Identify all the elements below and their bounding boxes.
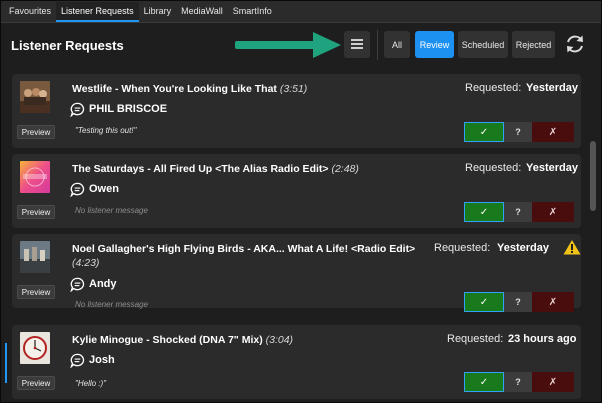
list-scrollbar[interactable]	[590, 141, 596, 211]
reject-button[interactable]: ✗	[532, 372, 574, 392]
requester-name: Josh	[89, 354, 115, 366]
preview-button[interactable]: Preview	[17, 125, 55, 139]
song-title: The Saturdays - All Fired Up <The Alias …	[72, 163, 359, 175]
requests-header: Listener Requests All Review Scheduled R…	[1, 24, 601, 66]
chat-icon	[70, 182, 85, 197]
song-duration: (3:51)	[279, 83, 308, 95]
request-card: Preview The Saturdays - All Fired Up <Th…	[12, 154, 581, 228]
song-title: Westlife - When You're Looking Like That…	[72, 83, 308, 95]
album-art	[20, 81, 50, 113]
maybe-button[interactable]: ?	[504, 122, 532, 142]
requested-label: Requested:	[465, 162, 522, 174]
action-buttons: ✓ ? ✗	[464, 372, 574, 392]
album-art	[20, 332, 50, 364]
listener-message: "Testing this out!"	[75, 126, 137, 135]
preview-button[interactable]: Preview	[17, 376, 55, 390]
song-duration: (4:23)	[72, 257, 100, 269]
request-card: Preview Kylie Minogue - Shocked (DNA 7" …	[5, 325, 581, 399]
list-view-button[interactable]	[344, 31, 370, 58]
request-card: Preview Noel Gallagher's High Flying Bir…	[12, 234, 581, 312]
requested-time: Yesterday	[526, 162, 578, 174]
filter-rejected-button[interactable]: Rejected	[512, 31, 555, 58]
requester-name: PHIL BRISCOE	[89, 103, 168, 115]
tab-smartinfo[interactable]: SmartInfo	[228, 2, 277, 22]
maybe-button[interactable]: ?	[504, 372, 532, 392]
header-divider	[377, 30, 378, 60]
tab-bar: Favourites Listener Requests Library Med…	[1, 1, 601, 23]
approve-button[interactable]: ✓	[464, 202, 504, 222]
request-card: Preview Westlife - When You're Looking L…	[12, 74, 581, 148]
album-art	[20, 241, 50, 273]
requested-label: Requested:	[447, 333, 504, 345]
requested-label: Requested:	[434, 242, 491, 254]
approve-button[interactable]: ✓	[464, 372, 504, 392]
album-art	[20, 161, 50, 193]
song-title: Kylie Minogue - Shocked (DNA 7" Mix) (3:…	[72, 334, 294, 346]
song-duration: (3:04)	[265, 334, 294, 346]
chat-icon	[70, 277, 85, 292]
refresh-icon[interactable]	[563, 30, 587, 58]
requester-name: Owen	[89, 183, 119, 195]
requested-time: 23 hours ago	[508, 333, 577, 345]
requester: PHIL BRISCOE	[70, 101, 167, 117]
annotation-arrow-icon	[235, 32, 341, 58]
reject-button[interactable]: ✗	[532, 122, 574, 142]
request-list: Preview Westlife - When You're Looking L…	[1, 67, 601, 403]
tab-listener-requests[interactable]: Listener Requests	[56, 2, 139, 22]
chat-icon	[70, 353, 85, 368]
requested-time: Yesterday	[526, 82, 578, 94]
filter-review-button[interactable]: Review	[415, 31, 454, 58]
maybe-button[interactable]: ?	[504, 292, 532, 312]
tab-library[interactable]: Library	[139, 2, 177, 22]
tab-mediawall[interactable]: MediaWall	[176, 2, 228, 22]
list-icon	[351, 39, 363, 51]
tab-favourites[interactable]: Favourites	[4, 2, 56, 22]
chat-icon	[70, 102, 85, 117]
filter-all-button[interactable]: All	[384, 31, 410, 58]
approve-button[interactable]: ✓	[464, 292, 504, 312]
song-title: Noel Gallagher's High Flying Birds - AKA…	[72, 243, 416, 269]
listener-message: "Hello :)"	[75, 379, 107, 388]
listener-message: No listener message	[75, 300, 148, 309]
requester: Owen	[70, 181, 119, 197]
preview-button[interactable]: Preview	[17, 205, 55, 219]
action-buttons: ✓ ? ✗	[464, 202, 574, 222]
requester: Andy	[70, 276, 117, 292]
requester-name: Andy	[89, 278, 117, 290]
listener-message: No listener message	[75, 206, 148, 215]
requested-label: Requested:	[465, 82, 522, 94]
preview-button[interactable]: Preview	[17, 285, 55, 299]
action-buttons: ✓ ? ✗	[464, 292, 574, 312]
song-duration: (2:48)	[331, 163, 359, 175]
reject-button[interactable]: ✗	[532, 202, 574, 222]
warning-icon	[563, 240, 581, 255]
requester: Josh	[70, 352, 115, 368]
approve-button[interactable]: ✓	[464, 122, 504, 142]
filter-scheduled-button[interactable]: Scheduled	[458, 31, 508, 58]
action-buttons: ✓ ? ✗	[464, 122, 574, 142]
maybe-button[interactable]: ?	[504, 202, 532, 222]
page-title: Listener Requests	[11, 38, 124, 53]
reject-button[interactable]: ✗	[532, 292, 574, 312]
requested-time: Yesterday	[497, 242, 549, 254]
